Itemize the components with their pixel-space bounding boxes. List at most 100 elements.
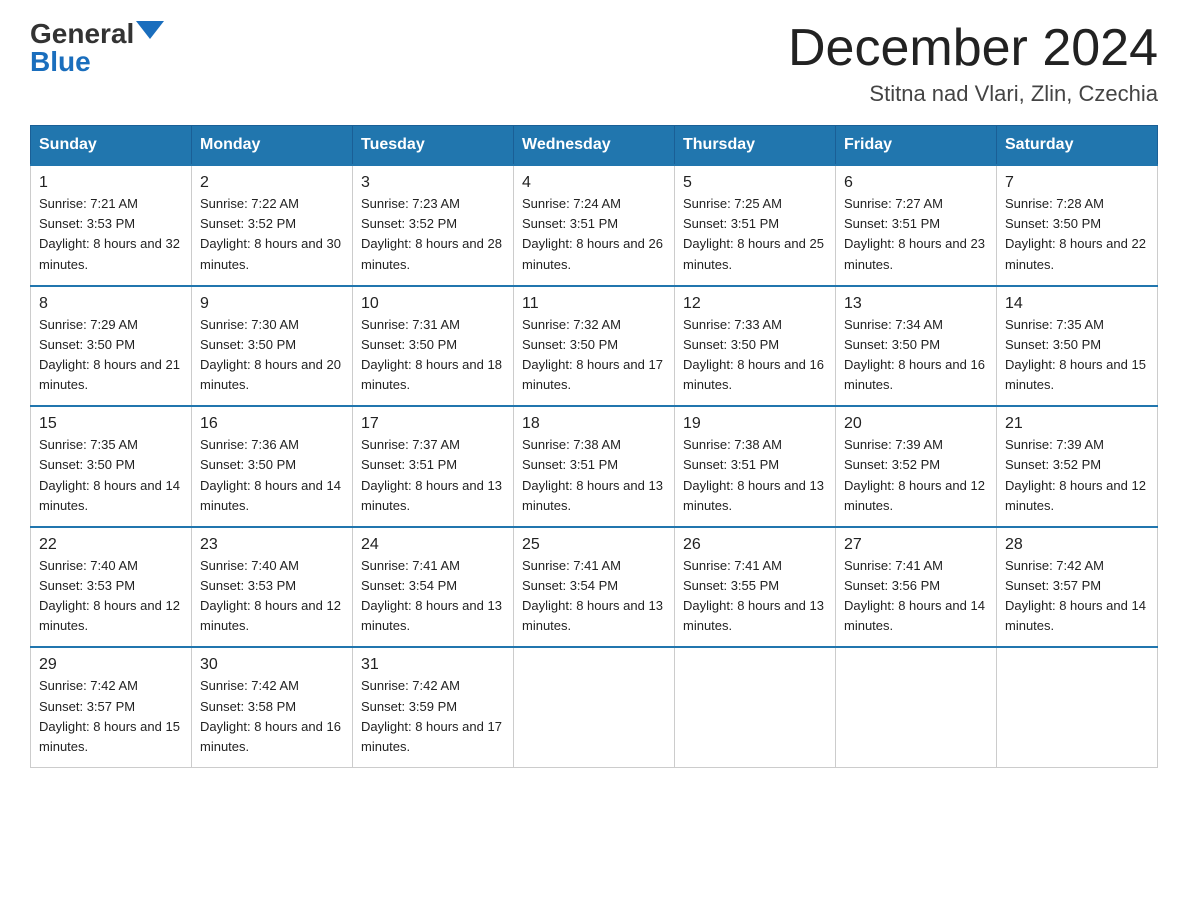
day-number: 3	[361, 174, 505, 192]
calendar-week-row: 8 Sunrise: 7:29 AMSunset: 3:50 PMDaylight…	[31, 286, 1158, 407]
day-info: Sunrise: 7:34 AMSunset: 3:50 PMDaylight:…	[844, 317, 985, 392]
calendar-day-cell: 14Sunrise: 7:35 AMSunset: 3:50 PMDayligh…	[997, 286, 1158, 407]
day-number: 16	[200, 415, 344, 433]
weekday-header: Monday	[192, 126, 353, 166]
day-number: 5	[683, 174, 827, 192]
logo-blue: Blue	[30, 48, 91, 76]
calendar-day-cell: 6Sunrise: 7:27 AMSunset: 3:51 PMDaylight…	[836, 165, 997, 286]
day-info: Sunrise: 7:33 AMSunset: 3:50 PMDaylight:…	[683, 317, 824, 392]
calendar-week-row: 29 Sunrise: 7:42 AMSunset: 3:57 PMDayligh…	[31, 647, 1158, 767]
calendar-day-cell: 2Sunrise: 7:22 AMSunset: 3:52 PMDaylight…	[192, 165, 353, 286]
calendar-day-cell: 30Sunrise: 7:42 AMSunset: 3:58 PMDayligh…	[192, 647, 353, 767]
calendar-day-cell: 4 Sunrise: 7:24 AMSunset: 3:51 PMDaylight…	[514, 165, 675, 286]
day-info: Sunrise: 7:36 AMSunset: 3:50 PMDaylight:…	[200, 437, 341, 512]
day-number: 23	[200, 536, 344, 554]
calendar-day-cell: 21Sunrise: 7:39 AMSunset: 3:52 PMDayligh…	[997, 406, 1158, 527]
logo: General Blue	[30, 20, 164, 76]
day-number: 27	[844, 536, 988, 554]
day-number: 28	[1005, 536, 1149, 554]
day-info: Sunrise: 7:23 AMSunset: 3:52 PMDaylight:…	[361, 196, 502, 271]
logo-arrow-icon	[136, 21, 164, 39]
day-number: 6	[844, 174, 988, 192]
title-block: December 2024 Stitna nad Vlari, Zlin, Cz…	[788, 20, 1158, 107]
calendar-day-cell: 3 Sunrise: 7:23 AMSunset: 3:52 PMDaylight…	[353, 165, 514, 286]
calendar-day-cell: 9Sunrise: 7:30 AMSunset: 3:50 PMDaylight…	[192, 286, 353, 407]
day-number: 14	[1005, 295, 1149, 313]
calendar-day-cell: 23Sunrise: 7:40 AMSunset: 3:53 PMDayligh…	[192, 527, 353, 648]
day-info: Sunrise: 7:31 AMSunset: 3:50 PMDaylight:…	[361, 317, 502, 392]
day-info: Sunrise: 7:42 AMSunset: 3:57 PMDaylight:…	[39, 678, 180, 753]
calendar-day-cell: 31Sunrise: 7:42 AMSunset: 3:59 PMDayligh…	[353, 647, 514, 767]
day-info: Sunrise: 7:24 AMSunset: 3:51 PMDaylight:…	[522, 196, 663, 271]
day-number: 21	[1005, 415, 1149, 433]
weekday-header: Wednesday	[514, 126, 675, 166]
calendar-day-cell: 22 Sunrise: 7:40 AMSunset: 3:53 PMDayligh…	[31, 527, 192, 648]
day-info: Sunrise: 7:38 AMSunset: 3:51 PMDaylight:…	[683, 437, 824, 512]
day-info: Sunrise: 7:40 AMSunset: 3:53 PMDaylight:…	[39, 558, 180, 633]
calendar-header: SundayMondayTuesdayWednesdayThursdayFrid…	[31, 126, 1158, 166]
day-info: Sunrise: 7:32 AMSunset: 3:50 PMDaylight:…	[522, 317, 663, 392]
day-info: Sunrise: 7:28 AMSunset: 3:50 PMDaylight:…	[1005, 196, 1146, 271]
day-info: Sunrise: 7:42 AMSunset: 3:57 PMDaylight:…	[1005, 558, 1146, 633]
calendar-day-cell: 10Sunrise: 7:31 AMSunset: 3:50 PMDayligh…	[353, 286, 514, 407]
calendar-day-cell: 17 Sunrise: 7:37 AMSunset: 3:51 PMDayligh…	[353, 406, 514, 527]
day-number: 8	[39, 295, 183, 313]
day-info: Sunrise: 7:29 AMSunset: 3:50 PMDaylight:…	[39, 317, 180, 392]
calendar-week-row: 1 Sunrise: 7:21 AMSunset: 3:53 PMDaylight…	[31, 165, 1158, 286]
calendar-day-cell: 19 Sunrise: 7:38 AMSunset: 3:51 PMDayligh…	[675, 406, 836, 527]
calendar-day-cell	[997, 647, 1158, 767]
page-header: General Blue December 2024 Stitna nad Vl…	[30, 20, 1158, 107]
calendar-day-cell: 27 Sunrise: 7:41 AMSunset: 3:56 PMDayligh…	[836, 527, 997, 648]
weekday-header: Saturday	[997, 126, 1158, 166]
day-info: Sunrise: 7:22 AMSunset: 3:52 PMDaylight:…	[200, 196, 341, 271]
calendar-table: SundayMondayTuesdayWednesdayThursdayFrid…	[30, 125, 1158, 768]
calendar-body: 1 Sunrise: 7:21 AMSunset: 3:53 PMDaylight…	[31, 165, 1158, 767]
calendar-day-cell: 12Sunrise: 7:33 AMSunset: 3:50 PMDayligh…	[675, 286, 836, 407]
day-number: 18	[522, 415, 666, 433]
day-info: Sunrise: 7:41 AMSunset: 3:55 PMDaylight:…	[683, 558, 824, 633]
day-number: 1	[39, 174, 183, 192]
weekday-header: Tuesday	[353, 126, 514, 166]
calendar-day-cell: 16 Sunrise: 7:36 AMSunset: 3:50 PMDayligh…	[192, 406, 353, 527]
calendar-day-cell	[514, 647, 675, 767]
calendar-day-cell: 24 Sunrise: 7:41 AMSunset: 3:54 PMDayligh…	[353, 527, 514, 648]
day-number: 15	[39, 415, 183, 433]
calendar-day-cell: 7 Sunrise: 7:28 AMSunset: 3:50 PMDaylight…	[997, 165, 1158, 286]
day-info: Sunrise: 7:25 AMSunset: 3:51 PMDaylight:…	[683, 196, 824, 271]
calendar-day-cell: 29 Sunrise: 7:42 AMSunset: 3:57 PMDayligh…	[31, 647, 192, 767]
day-info: Sunrise: 7:42 AMSunset: 3:58 PMDaylight:…	[200, 678, 341, 753]
calendar-day-cell: 26 Sunrise: 7:41 AMSunset: 3:55 PMDayligh…	[675, 527, 836, 648]
calendar-day-cell: 8 Sunrise: 7:29 AMSunset: 3:50 PMDaylight…	[31, 286, 192, 407]
day-number: 20	[844, 415, 988, 433]
day-number: 19	[683, 415, 827, 433]
day-number: 24	[361, 536, 505, 554]
calendar-day-cell	[675, 647, 836, 767]
day-number: 7	[1005, 174, 1149, 192]
day-number: 11	[522, 295, 666, 313]
calendar-day-cell: 25 Sunrise: 7:41 AMSunset: 3:54 PMDayligh…	[514, 527, 675, 648]
day-number: 29	[39, 656, 183, 674]
day-number: 26	[683, 536, 827, 554]
day-info: Sunrise: 7:39 AMSunset: 3:52 PMDaylight:…	[844, 437, 985, 512]
day-info: Sunrise: 7:42 AMSunset: 3:59 PMDaylight:…	[361, 678, 502, 753]
calendar-day-cell: 1 Sunrise: 7:21 AMSunset: 3:53 PMDaylight…	[31, 165, 192, 286]
calendar-day-cell: 28 Sunrise: 7:42 AMSunset: 3:57 PMDayligh…	[997, 527, 1158, 648]
day-info: Sunrise: 7:41 AMSunset: 3:54 PMDaylight:…	[361, 558, 502, 633]
day-number: 22	[39, 536, 183, 554]
weekday-header: Sunday	[31, 126, 192, 166]
calendar-week-row: 22 Sunrise: 7:40 AMSunset: 3:53 PMDayligh…	[31, 527, 1158, 648]
day-number: 17	[361, 415, 505, 433]
weekday-header: Thursday	[675, 126, 836, 166]
day-info: Sunrise: 7:41 AMSunset: 3:54 PMDaylight:…	[522, 558, 663, 633]
calendar-day-cell: 5 Sunrise: 7:25 AMSunset: 3:51 PMDaylight…	[675, 165, 836, 286]
day-info: Sunrise: 7:37 AMSunset: 3:51 PMDaylight:…	[361, 437, 502, 512]
day-info: Sunrise: 7:21 AMSunset: 3:53 PMDaylight:…	[39, 196, 180, 271]
day-info: Sunrise: 7:38 AMSunset: 3:51 PMDaylight:…	[522, 437, 663, 512]
day-number: 25	[522, 536, 666, 554]
day-info: Sunrise: 7:41 AMSunset: 3:56 PMDaylight:…	[844, 558, 985, 633]
calendar-day-cell: 11 Sunrise: 7:32 AMSunset: 3:50 PMDayligh…	[514, 286, 675, 407]
day-number: 4	[522, 174, 666, 192]
weekday-header: Friday	[836, 126, 997, 166]
calendar-day-cell: 13Sunrise: 7:34 AMSunset: 3:50 PMDayligh…	[836, 286, 997, 407]
day-number: 9	[200, 295, 344, 313]
